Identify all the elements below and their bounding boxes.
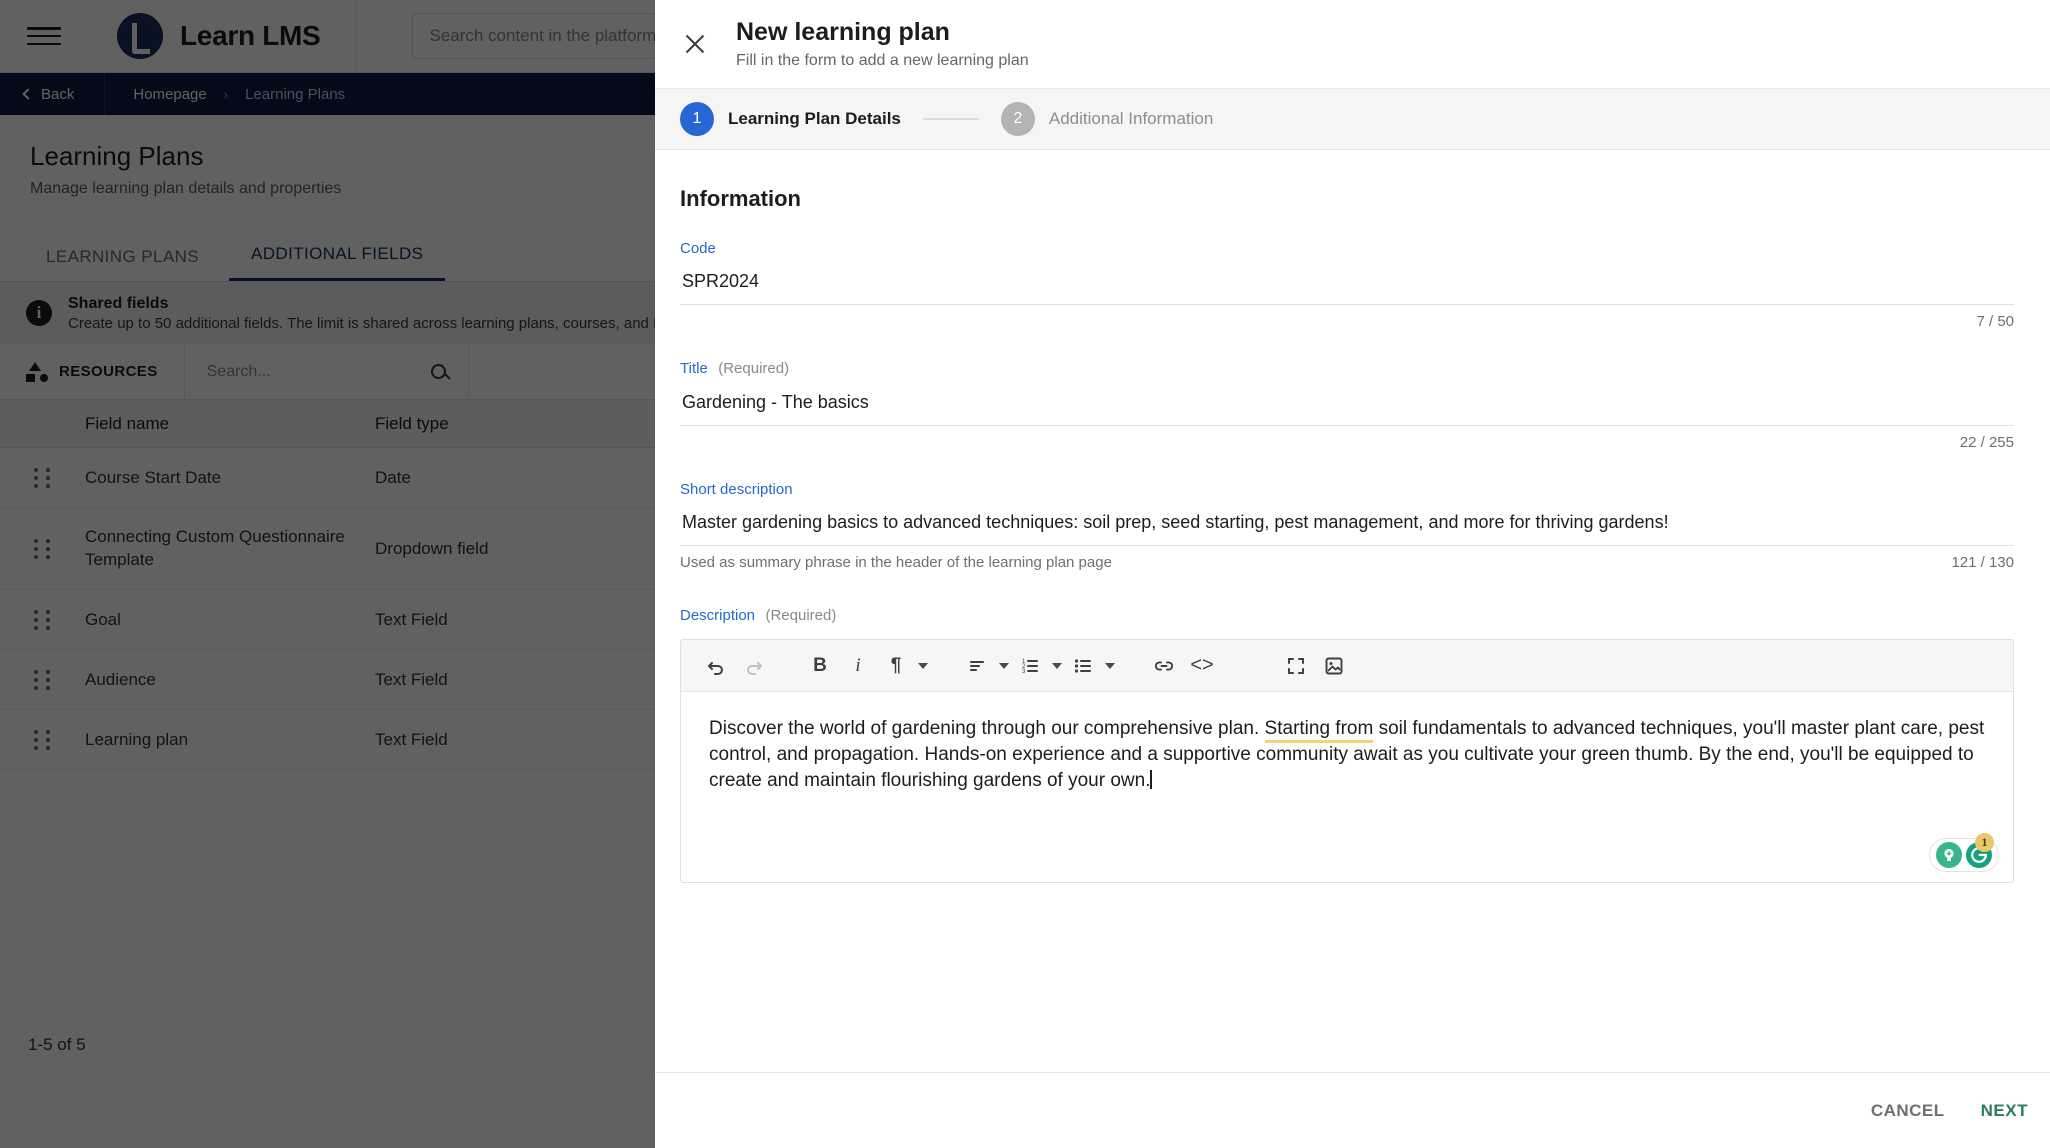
bold-icon[interactable]: B [803, 649, 837, 683]
dialog-header: New learning plan Fill in the form to ad… [655, 0, 2050, 88]
close-icon[interactable] [680, 29, 710, 59]
ordered-list-icon[interactable]: 123 [1013, 649, 1047, 683]
undo-icon[interactable] [699, 649, 733, 683]
field-title-input[interactable]: Gardening - The basics [680, 378, 2014, 426]
grammarly-g-icon[interactable]: 1 [1966, 833, 1994, 868]
field-title: Title (Required) Gardening - The basics … [680, 360, 2014, 451]
editor-toolbar: B i ¶ 123 <> [681, 640, 2013, 692]
step-1[interactable]: 1 Learning Plan Details [680, 102, 901, 136]
field-description: Description (Required) B i ¶ 1 2 3 <> Di… [680, 607, 2014, 883]
field-short-description: Short description Master gardening basic… [680, 481, 2014, 571]
svg-text:3: 3 [1022, 669, 1026, 675]
rich-text-editor: B i ¶ 123 <> Discover the world of garde… [680, 639, 2014, 883]
ordered-list-chevron-down-icon[interactable] [1052, 662, 1062, 669]
text-cursor [1150, 770, 1153, 790]
redo-icon[interactable] [737, 649, 771, 683]
description-grammar-suggestion[interactable]: Starting from [1264, 718, 1374, 743]
step-1-label: Learning Plan Details [728, 109, 901, 128]
step-2-label: Additional Information [1048, 109, 1214, 128]
field-short-description-hint: Used as summary phrase in the header of … [680, 554, 1112, 571]
step-2[interactable]: 2 Additional Information [1000, 102, 1214, 136]
new-learning-plan-dialog: New learning plan Fill in the form to ad… [655, 0, 2050, 1148]
description-editor-body[interactable]: Discover the world of gardening through … [681, 692, 2013, 882]
dialog-subtitle: Fill in the form to add a new learning p… [736, 52, 1029, 69]
field-title-counter: 22 / 255 [1959, 434, 2014, 451]
dialog-title: New learning plan [736, 18, 950, 46]
dialog-footer: CANCEL NEXT [655, 1072, 2050, 1148]
field-code-input[interactable]: SPR2024 [680, 257, 2014, 305]
step-1-number: 1 [680, 102, 714, 136]
cancel-button[interactable]: CANCEL [1871, 1101, 1945, 1121]
paragraph-icon[interactable]: ¶ [879, 649, 913, 683]
image-icon[interactable] [1317, 649, 1351, 683]
paragraph-chevron-down-icon[interactable] [918, 662, 928, 669]
field-code: Code SPR2024 7 / 50 [680, 240, 2014, 330]
field-short-description-counter: 121 / 130 [1951, 554, 2014, 571]
field-short-description-input[interactable]: Master gardening basics to advanced tech… [680, 498, 2014, 546]
field-code-counter: 7 / 50 [1976, 313, 2014, 330]
field-short-description-label: Short description [680, 481, 793, 498]
code-icon[interactable]: <> [1185, 649, 1219, 683]
section-title-information: Information [680, 186, 801, 211]
field-code-label: Code [680, 240, 716, 257]
grammarly-badge[interactable]: 1 [1929, 833, 1999, 872]
fullscreen-icon[interactable] [1279, 649, 1313, 683]
description-text-before: Discover the world of gardening through … [709, 718, 1265, 739]
italic-icon[interactable]: i [841, 649, 875, 683]
step-2-number: 2 [1000, 102, 1035, 136]
field-description-label: Description [680, 607, 756, 624]
link-icon[interactable] [1147, 649, 1181, 683]
next-button[interactable]: NEXT [1981, 1101, 2028, 1121]
step-connector [922, 118, 979, 120]
align-chevron-down-icon[interactable] [999, 662, 1009, 669]
align-left-icon[interactable] [960, 649, 994, 683]
bullet-list-chevron-down-icon[interactable] [1105, 662, 1115, 669]
wizard-stepper: 1 Learning Plan Details 2 Additional Inf… [655, 88, 2050, 150]
field-description-required: (Required) [765, 607, 837, 624]
grammarly-suggestion-count: 1 [1975, 833, 1994, 852]
dialog-body: Information Code SPR2024 7 / 50 Title (R… [655, 150, 2050, 1072]
grammarly-bulb-icon[interactable] [1936, 842, 1962, 868]
field-title-required: (Required) [718, 360, 790, 377]
field-title-label: Title [680, 360, 708, 377]
bullet-list-icon[interactable] [1066, 649, 1100, 683]
